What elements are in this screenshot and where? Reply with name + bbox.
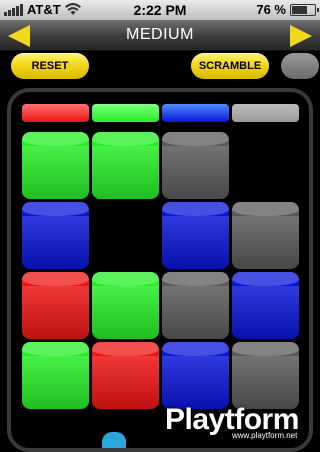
- tile-gray[interactable]: [232, 342, 299, 409]
- bottom-tab-icon[interactable]: [102, 432, 126, 448]
- tile-red[interactable]: [22, 272, 89, 339]
- tile-gray[interactable]: [232, 202, 299, 269]
- tile-gray[interactable]: [162, 132, 229, 199]
- reset-button[interactable]: RESET: [11, 53, 89, 79]
- tile-green[interactable]: [22, 342, 89, 409]
- status-bar: AT&T 2:22 PM 76 %: [0, 0, 320, 20]
- tile-blue[interactable]: [162, 202, 229, 269]
- arrow-left-icon[interactable]: [8, 25, 30, 47]
- status-right: 76 %: [256, 2, 319, 17]
- tile-red[interactable]: [92, 342, 159, 409]
- tile-blue[interactable]: [22, 202, 89, 269]
- tile-green[interactable]: [92, 132, 159, 199]
- tile-blue[interactable]: [162, 342, 229, 409]
- battery-percentage: 76 %: [256, 2, 286, 17]
- difficulty-title: MEDIUM: [126, 26, 194, 43]
- battery-nub: [317, 7, 319, 12]
- target-color-red: [22, 104, 89, 122]
- tile-blue[interactable]: [232, 272, 299, 339]
- battery-icon: [290, 3, 319, 16]
- target-color-green: [92, 104, 159, 122]
- options-button[interactable]: [281, 53, 319, 79]
- tile-green[interactable]: [92, 272, 159, 339]
- tile-gray[interactable]: [162, 272, 229, 339]
- tile-green[interactable]: [22, 132, 89, 199]
- difficulty-bar: MEDIUM: [0, 20, 320, 51]
- arrow-right-icon[interactable]: [290, 25, 312, 47]
- target-color-blue: [162, 104, 229, 122]
- scramble-button[interactable]: SCRAMBLE: [191, 53, 269, 79]
- watermark-url: www.playtform.net: [232, 431, 298, 440]
- battery-fill: [292, 5, 308, 14]
- target-color-gray: [232, 104, 299, 122]
